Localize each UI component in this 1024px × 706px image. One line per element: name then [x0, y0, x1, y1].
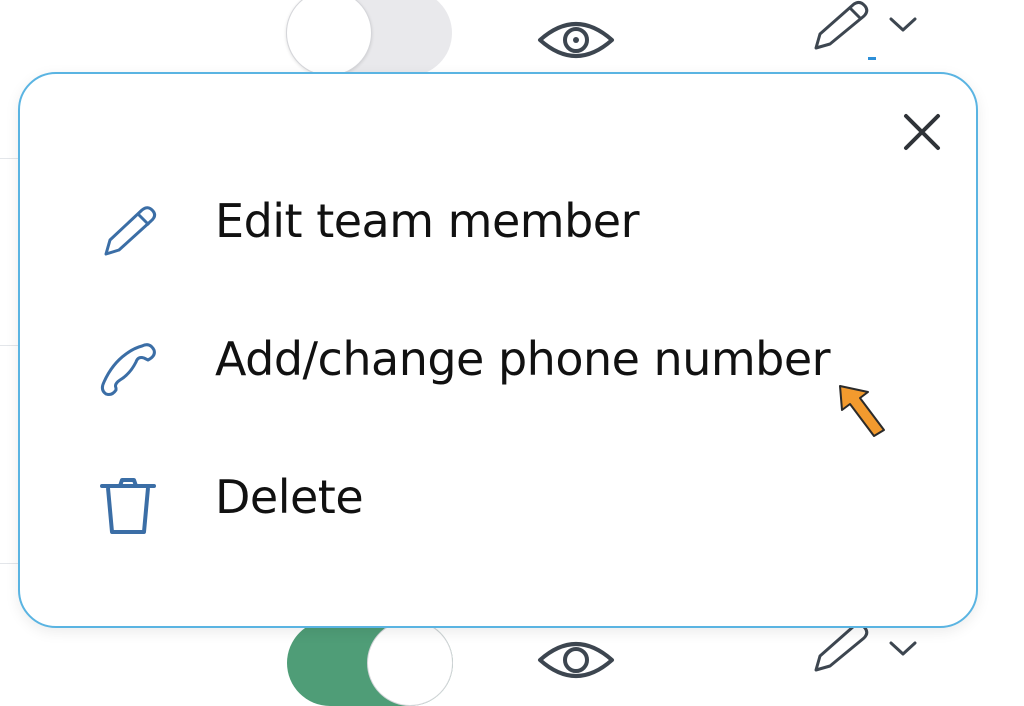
chevron-down-icon[interactable] [888, 16, 918, 34]
menu-item-label: Add/change phone number [215, 332, 831, 386]
active-toggle[interactable] [287, 620, 453, 706]
row-divider [0, 345, 20, 346]
menu-item-edit-team-member[interactable]: Edit team member [20, 182, 920, 272]
row-actions-popup: Edit team member Add/change phone number… [18, 72, 978, 628]
focus-indicator [868, 57, 876, 60]
toggle-knob [367, 620, 453, 706]
pencil-icon [98, 200, 158, 260]
chevron-down-icon[interactable] [888, 640, 918, 658]
eye-icon[interactable] [536, 14, 616, 66]
row-divider [0, 563, 20, 564]
pencil-icon[interactable] [810, 622, 870, 674]
menu-item-delete[interactable]: Delete [20, 458, 920, 548]
menu-item-label: Delete [215, 470, 364, 524]
menu-item-label: Edit team member [215, 194, 640, 248]
toggle-knob [286, 0, 372, 76]
close-icon[interactable] [900, 110, 944, 154]
active-toggle[interactable] [286, 0, 452, 76]
trash-icon [98, 476, 158, 536]
phone-icon [98, 338, 158, 398]
pencil-icon[interactable] [810, 0, 870, 52]
cursor-arrow-icon [834, 380, 890, 442]
eye-icon[interactable] [536, 634, 616, 686]
row-divider [0, 158, 20, 159]
menu-item-change-phone-number[interactable]: Add/change phone number [20, 320, 920, 410]
